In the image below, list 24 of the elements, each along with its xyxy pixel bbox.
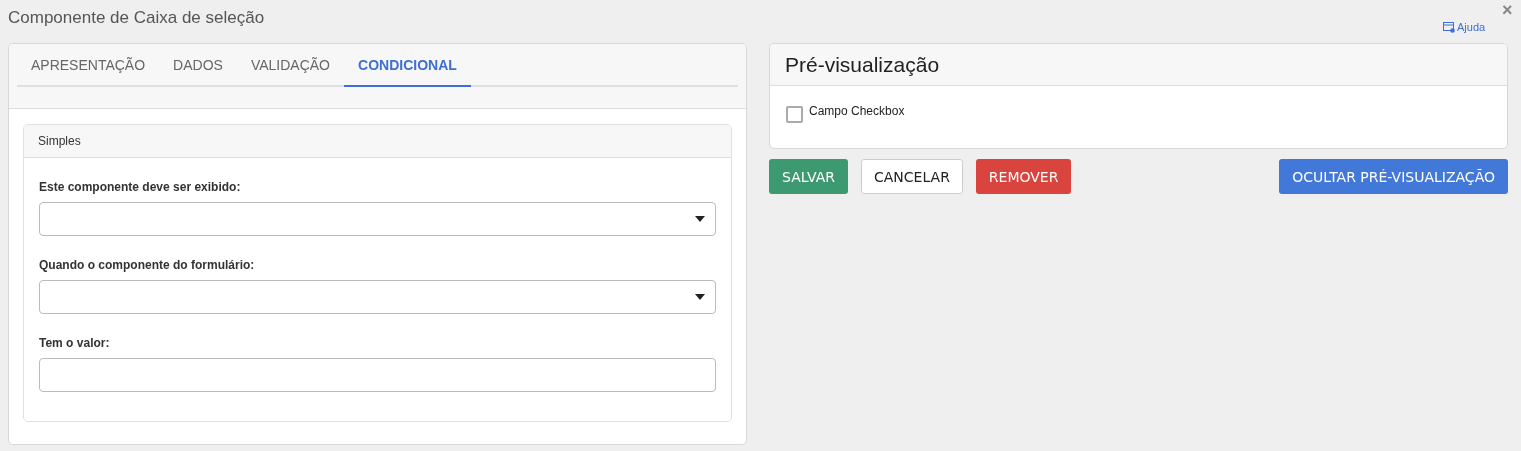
field-label: Quando o componente do formulário:	[39, 258, 256, 272]
tab[interactable]: APRESENTAÇÃO	[17, 44, 160, 87]
preview-title: Pré-visualização	[785, 52, 940, 77]
tab[interactable]: CONDICIONAL	[344, 44, 471, 87]
caret-icon	[695, 294, 705, 300]
input-field[interactable]	[39, 358, 716, 392]
panel-title: Simples	[38, 134, 81, 148]
checkbox-label: Campo Checkbox	[809, 104, 905, 118]
select-field[interactable]	[39, 280, 716, 314]
remove-button[interactable]: REMOVER	[975, 159, 1072, 194]
cancel-button[interactable]: CANCELAR	[861, 159, 963, 194]
checkbox[interactable]	[786, 106, 803, 123]
caret-icon	[695, 216, 705, 222]
tab[interactable]: VALIDAÇÃO	[236, 44, 344, 87]
tab[interactable]: DADOS	[159, 44, 237, 87]
close-button[interactable]: ×	[1502, 0, 1513, 21]
help-link[interactable]: Ajuda	[1443, 21, 1486, 33]
save-button[interactable]: SALVAR	[769, 159, 848, 194]
select-field[interactable]	[39, 202, 716, 236]
hide-preview-button[interactable]: OCULTAR PRÉ-VISUALIZAÇÃO	[1279, 159, 1508, 194]
window-title: Componente de Caixa de seleção	[8, 8, 265, 28]
window-gear-icon	[1443, 21, 1455, 33]
field-label: Este componente deve ser exibido:	[39, 180, 242, 194]
field-label: Tem o valor:	[39, 336, 111, 350]
